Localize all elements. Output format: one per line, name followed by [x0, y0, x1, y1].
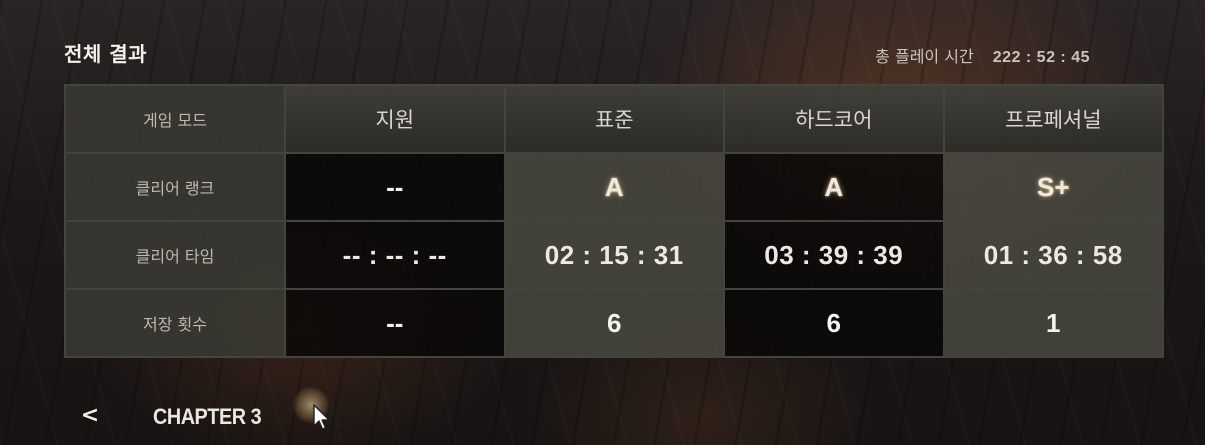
- chapter-selector[interactable]: CHAPTER 3: [153, 404, 262, 430]
- save-count-professional: 1: [1046, 307, 1061, 338]
- table-header-row: 게임 모드 지원 표준 하드코어 프로페셔널: [64, 84, 1164, 154]
- clear-rank-hardcore: A: [824, 171, 844, 202]
- playtime-value: 222 : 52 : 45: [992, 49, 1090, 66]
- chevron-left-icon[interactable]: <: [80, 403, 100, 429]
- row-label-clear-time: 클리어 타임: [64, 220, 286, 290]
- table-row: 클리어 타임 -- : -- : -- 02 : 15 : 31 03 : 39…: [64, 220, 1164, 290]
- game-mode-header: 게임 모드: [64, 84, 286, 154]
- mouse-pointer-icon: [313, 404, 330, 430]
- row-label-clear-rank: 클리어 랭크: [64, 152, 286, 222]
- mode-header-standard: 표준: [503, 84, 725, 154]
- save-count-hardcore: 6: [826, 307, 841, 338]
- results-table: 게임 모드 지원 표준 하드코어 프로페셔널 클리어 랭크 -- A A S+ …: [64, 84, 1164, 358]
- save-count-standard: 6: [607, 307, 622, 338]
- table-row: 저장 횟수 -- 6 6 1: [64, 288, 1164, 358]
- save-count-assisted: --: [386, 307, 404, 338]
- clear-rank-assisted: --: [386, 171, 404, 202]
- mode-header-hardcore: 하드코어: [723, 84, 945, 154]
- clear-rank-professional: S+: [1036, 171, 1070, 202]
- clear-rank-standard: A: [604, 171, 624, 202]
- clear-time-hardcore: 03 : 39 : 39: [764, 239, 904, 270]
- mode-header-professional: 프로페셔널: [942, 84, 1164, 154]
- table-row: 클리어 랭크 -- A A S+: [64, 152, 1164, 222]
- row-label-save-count: 저장 횟수: [64, 288, 286, 358]
- playtime-label: 총 플레이 시간: [875, 47, 974, 66]
- clear-time-professional: 01 : 36 : 58: [983, 239, 1123, 270]
- mode-header-assisted: 지원: [284, 84, 506, 154]
- clear-time-standard: 02 : 15 : 31: [544, 239, 684, 270]
- clear-time-assisted: -- : -- : --: [342, 239, 447, 270]
- page-title: 전체 결과: [64, 42, 148, 66]
- total-playtime: 총 플레이 시간 222 : 52 : 45: [875, 43, 1090, 67]
